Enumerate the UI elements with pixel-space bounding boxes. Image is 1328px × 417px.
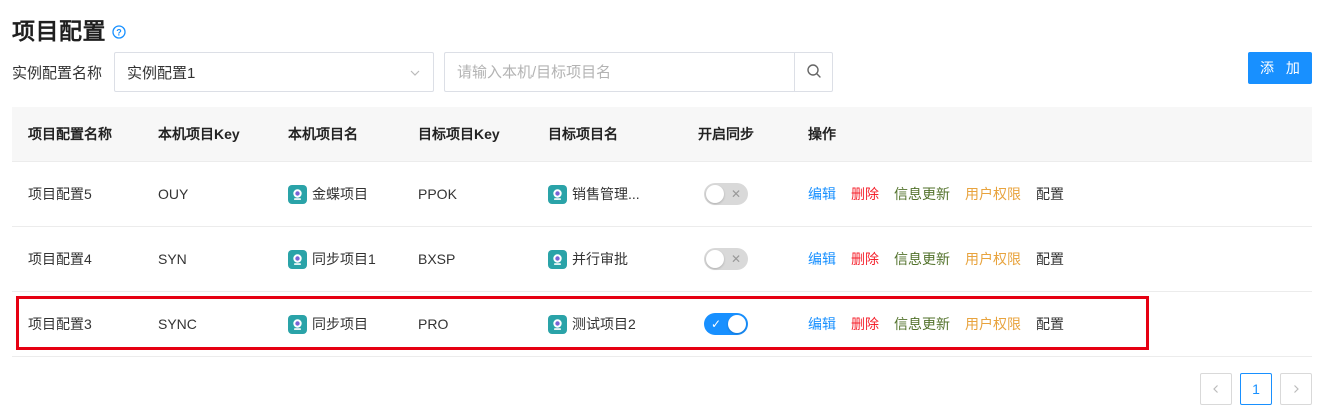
svg-text:?: ?: [116, 27, 122, 37]
edit-link[interactable]: 编辑: [808, 314, 836, 334]
config-link[interactable]: 配置: [1036, 314, 1064, 334]
info-update-link[interactable]: 信息更新: [894, 249, 950, 269]
project-icon: [288, 184, 307, 204]
local-key: OUY: [158, 186, 189, 202]
config-name: 项目配置5: [28, 186, 92, 202]
column-header: 项目配置名称: [28, 126, 112, 142]
column-header: 开启同步: [698, 126, 754, 142]
info-update-link[interactable]: 信息更新: [894, 314, 950, 334]
config-link[interactable]: 配置: [1036, 184, 1064, 204]
target-project: 测试项目2: [548, 314, 636, 334]
row-actions: 编辑 删除 信息更新 用户权限 配置: [808, 314, 1064, 334]
row-actions: 编辑 删除 信息更新 用户权限 配置: [808, 249, 1064, 269]
toggle-knob: [706, 185, 724, 203]
chevron-down-icon: [409, 66, 421, 78]
chevron-left-icon: [1211, 381, 1221, 397]
search-button[interactable]: [794, 52, 834, 92]
user-permission-link[interactable]: 用户权限: [965, 314, 1021, 334]
user-permission-link[interactable]: 用户权限: [965, 249, 1021, 269]
instance-config-label: 实例配置名称: [12, 64, 103, 82]
sync-cell: ✕: [698, 248, 748, 270]
next-page-button[interactable]: [1280, 373, 1312, 405]
add-button[interactable]: 添 加: [1248, 52, 1312, 84]
info-update-link[interactable]: 信息更新: [894, 184, 950, 204]
sync-cell: ✓: [698, 313, 748, 335]
local-project-name: 同步项目: [312, 316, 368, 332]
page-title: 项目配置: [12, 18, 106, 44]
sync-toggle[interactable]: ✕: [704, 183, 748, 205]
user-permission-link[interactable]: 用户权限: [965, 184, 1021, 204]
target-key: PRO: [418, 316, 449, 332]
project-icon: [288, 314, 307, 334]
target-project-name: 测试项目2: [572, 316, 636, 332]
search-icon: [806, 63, 822, 82]
local-project: 同步项目: [288, 314, 368, 334]
edit-link[interactable]: 编辑: [808, 184, 836, 204]
table-row: 项目配置4 SYN 同步项目1 BXSP 并行审批 ✕ 编辑 删除 信息更新 用…: [12, 227, 1312, 292]
column-header: 目标项目名: [548, 126, 618, 142]
instance-config-select[interactable]: 实例配置1: [114, 52, 435, 92]
x-icon: ✕: [730, 187, 741, 201]
local-key: SYN: [158, 251, 187, 267]
select-value: 实例配置1: [127, 64, 196, 82]
column-header: 本机项目Key: [158, 126, 240, 142]
edit-link[interactable]: 编辑: [808, 249, 836, 269]
sync-cell: ✕: [698, 183, 748, 205]
table-row: 项目配置5 OUY 金蝶项目 PPOK 销售管理... ✕ 编辑 删除 信息更新…: [12, 162, 1312, 227]
chevron-right-icon: [1291, 381, 1301, 397]
search-group: [444, 52, 834, 92]
delete-link[interactable]: 删除: [851, 314, 879, 334]
question-circle-icon[interactable]: ?: [112, 25, 126, 39]
column-header: 目标项目Key: [418, 126, 500, 142]
search-input[interactable]: [444, 52, 795, 92]
sync-toggle[interactable]: ✕: [704, 248, 748, 270]
row-actions: 编辑 删除 信息更新 用户权限 配置: [808, 184, 1064, 204]
local-project-name: 金蝶项目: [312, 186, 368, 202]
target-key: BXSP: [418, 251, 456, 267]
x-icon: ✕: [730, 252, 741, 266]
toggle-knob: [728, 315, 746, 333]
target-project-name: 并行审批: [572, 251, 628, 267]
config-name: 项目配置4: [28, 251, 92, 267]
column-header: 本机项目名: [288, 126, 358, 142]
project-icon: [548, 184, 567, 204]
target-project-name: 销售管理...: [572, 186, 640, 202]
project-config-table: 项目配置名称 本机项目Key 本机项目名 目标项目Key 目标项目名 开启同步 …: [12, 107, 1312, 357]
config-link[interactable]: 配置: [1036, 249, 1064, 269]
delete-link[interactable]: 删除: [851, 249, 879, 269]
local-project: 同步项目1: [288, 249, 376, 269]
local-project: 金蝶项目: [288, 184, 368, 204]
project-icon: [288, 249, 307, 269]
target-key: PPOK: [418, 186, 457, 202]
pagination: 1: [1200, 373, 1312, 405]
project-icon: [548, 314, 567, 334]
delete-link[interactable]: 删除: [851, 184, 879, 204]
prev-page-button[interactable]: [1200, 373, 1232, 405]
table-row: 项目配置3 SYNC 同步项目 PRO 测试项目2 ✓ 编辑 删除 信息更新 用…: [12, 292, 1312, 357]
table-header: 项目配置名称 本机项目Key 本机项目名 目标项目Key 目标项目名 开启同步 …: [12, 107, 1312, 162]
sync-toggle[interactable]: ✓: [704, 313, 748, 335]
check-icon: ✓: [711, 317, 722, 331]
local-key: SYNC: [158, 316, 197, 332]
column-header: 操作: [808, 126, 836, 142]
title-row: 项目配置 ?: [12, 12, 126, 46]
filter-row: 实例配置名称 实例配置1: [12, 52, 834, 92]
page-number-button[interactable]: 1: [1240, 373, 1272, 405]
toggle-knob: [706, 250, 724, 268]
target-project: 销售管理...: [548, 184, 640, 204]
config-name: 项目配置3: [28, 316, 92, 332]
local-project-name: 同步项目1: [312, 251, 376, 267]
target-project: 并行审批: [548, 249, 628, 269]
project-icon: [548, 249, 567, 269]
